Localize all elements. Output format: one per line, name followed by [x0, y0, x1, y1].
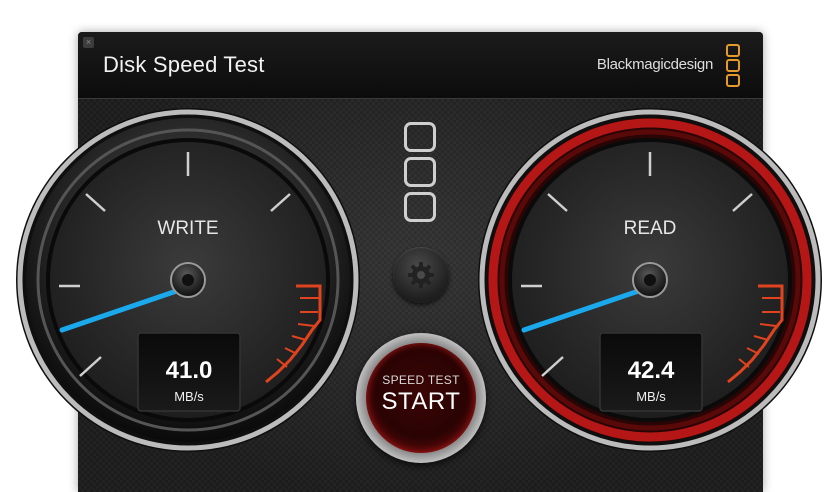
- write-label: WRITE: [157, 218, 218, 239]
- read-unit: MB/s: [636, 389, 666, 404]
- start-button[interactable]: SPEED TEST START: [356, 333, 486, 463]
- read-label: READ: [624, 218, 677, 239]
- gear-icon: [408, 262, 434, 288]
- read-value: 42.4: [628, 357, 675, 384]
- start-label: START: [381, 388, 461, 415]
- read-gauge: READ 42.4 MB/s: [478, 108, 822, 452]
- start-subtitle: SPEED TEST: [382, 373, 460, 387]
- settings-button[interactable]: [393, 247, 449, 303]
- write-unit: MB/s: [174, 389, 204, 404]
- write-value: 41.0: [166, 357, 213, 384]
- write-gauge: WRITE 41.0 MB/s: [16, 108, 360, 452]
- blackmagic-logo-icon: [404, 122, 436, 227]
